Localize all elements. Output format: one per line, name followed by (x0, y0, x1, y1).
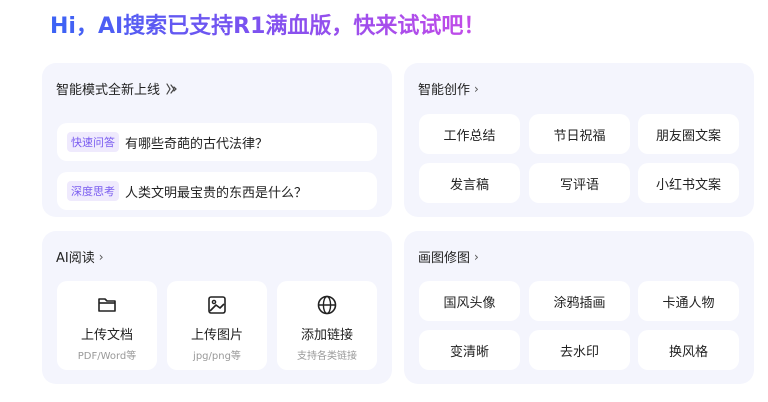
add-link-sub: 支持各类链接 (297, 351, 357, 362)
create-work-summary[interactable]: 工作总结 (419, 114, 520, 154)
draw-change-style[interactable]: 换风格 (638, 330, 739, 370)
smart-mode-title: 智能模式全新上线 (56, 79, 178, 98)
draw-edit-card: 画图修图 › 国风头像 涂鸦插画 卡通人物 变清晰 去水印 换风格 (404, 231, 754, 384)
create-comment[interactable]: 写评语 (529, 163, 630, 203)
draw-cartoon[interactable]: 卡通人物 (638, 281, 739, 321)
create-speech[interactable]: 发言稿 (419, 163, 520, 203)
deep-think-item[interactable]: 深度思考 人类文明最宝贵的东西是什么？ (57, 172, 377, 210)
deep-think-text: 人类文明最宝贵的东西是什么？ (125, 185, 308, 201)
smart-create-title-text: 智能创作 (418, 83, 471, 98)
sparkle-icon (166, 82, 177, 95)
chevron-right-icon: › (474, 81, 479, 96)
upload-image-tile[interactable]: 上传图片 jpg/png等 (167, 281, 267, 370)
upload-document-tile[interactable]: 上传文档 PDF/Word等 (57, 281, 157, 370)
ai-reading-title[interactable]: AI阅读 › (56, 247, 104, 267)
draw-remove-watermark[interactable]: 去水印 (529, 330, 630, 370)
chevron-right-icon: › (98, 249, 104, 264)
add-link-label: 添加链接 (300, 328, 353, 343)
smart-create-card: 智能创作 › 工作总结 节日祝福 朋友圈文案 发言稿 写评语 小红书文案 (404, 63, 754, 217)
upload-document-label: 上传文档 (80, 328, 133, 343)
quick-qa-item[interactable]: 快速问答 有哪些奇葩的古代法律？ (57, 123, 377, 161)
image-icon (208, 296, 226, 314)
headline: Hi，AI搜索已支持R1满血版，快来试试吧！ (50, 10, 485, 44)
draw-doodle[interactable]: 涂鸦插画 (529, 281, 630, 321)
create-holiday-wishes[interactable]: 节日祝福 (529, 114, 630, 154)
draw-edit-title[interactable]: 画图修图 › (418, 247, 479, 267)
deep-think-tag: 深度思考 (67, 181, 119, 201)
create-xiaohongshu-copy[interactable]: 小红书文案 (638, 163, 739, 203)
draw-sharpen[interactable]: 变清晰 (419, 330, 520, 370)
add-link-tile[interactable]: 添加链接 支持各类链接 (277, 281, 377, 370)
draw-guofeng-avatar[interactable]: 国风头像 (419, 281, 520, 321)
ai-reading-card: AI阅读 › 上传文档 PDF/Word等 上传图片 jpg/png等 添加链接… (42, 231, 392, 384)
quick-qa-text: 有哪些奇葩的古代法律？ (125, 136, 269, 152)
upload-document-sub: PDF/Word等 (77, 351, 137, 362)
create-moments-copy[interactable]: 朋友圈文案 (638, 114, 739, 154)
chevron-right-icon: › (474, 249, 479, 264)
globe-icon (317, 295, 337, 315)
smart-mode-card: 智能模式全新上线 快速问答 有哪些奇葩的古代法律？ 深度思考 人类文明最宝贵的东… (42, 63, 392, 217)
ai-reading-title-text: AI阅读 (56, 251, 95, 266)
folder-icon (98, 298, 116, 312)
smart-mode-title-text: 智能模式全新上线 (56, 83, 161, 98)
draw-edit-title-text: 画图修图 (418, 251, 471, 266)
smart-create-title[interactable]: 智能创作 › (418, 79, 479, 99)
quick-qa-tag: 快速问答 (67, 132, 119, 152)
upload-image-sub: jpg/png等 (193, 351, 241, 362)
upload-image-label: 上传图片 (190, 328, 243, 343)
